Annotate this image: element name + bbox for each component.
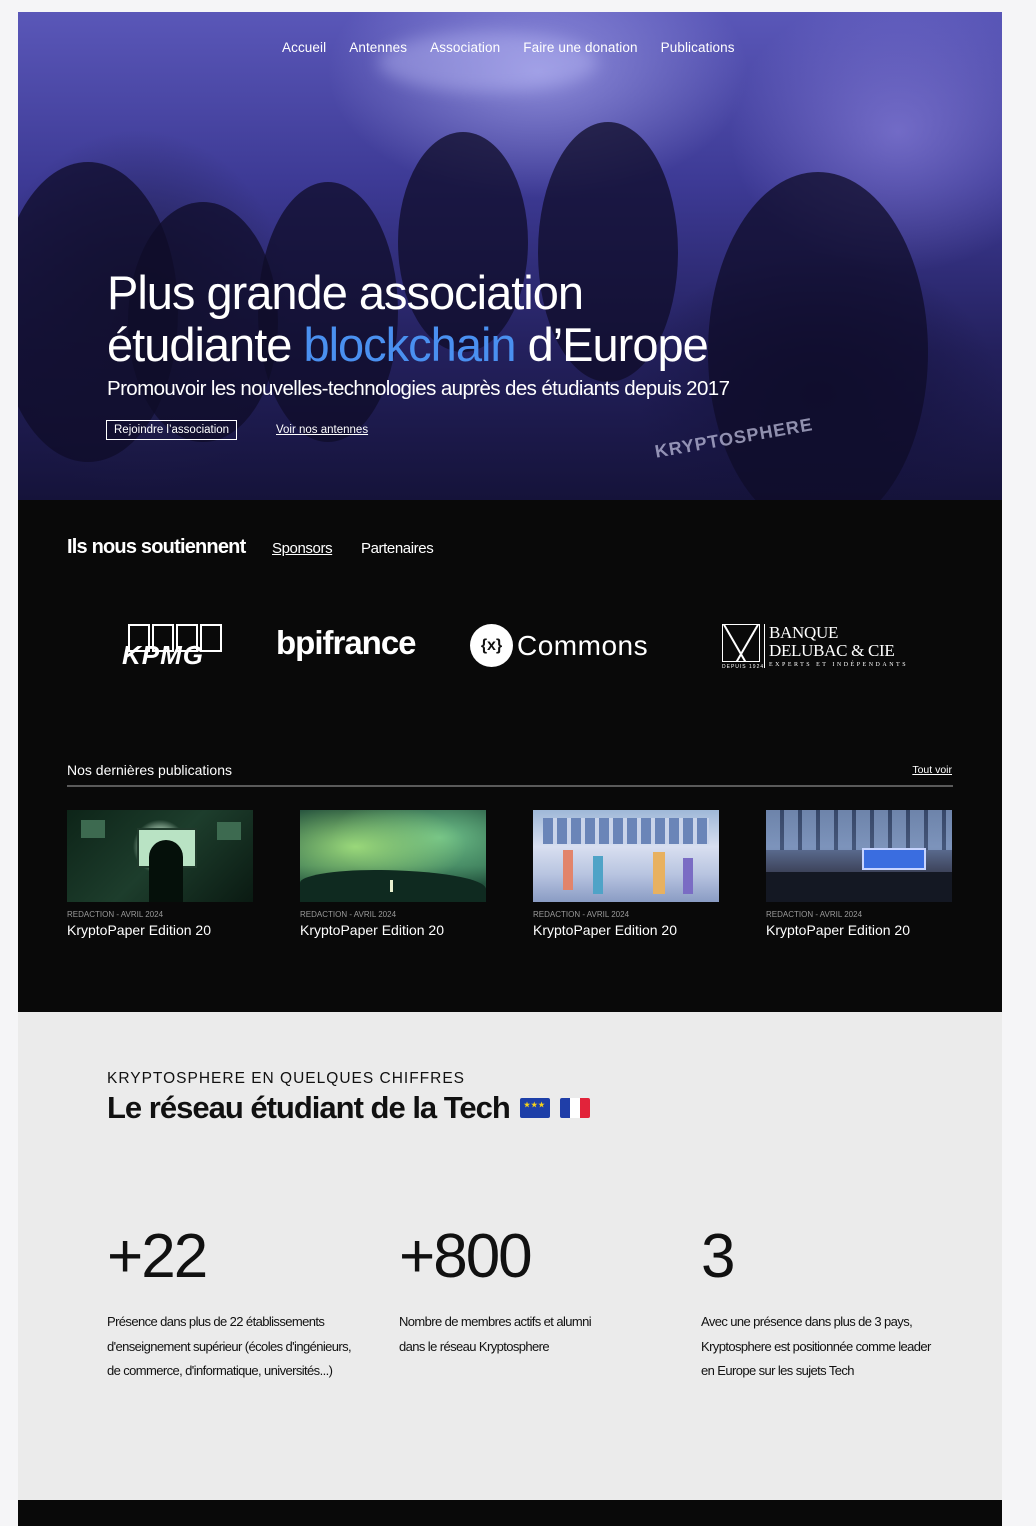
publication-name: KryptoPaper Edition 20: [300, 922, 444, 938]
publication-thumbnail: [67, 810, 253, 902]
publication-name: KryptoPaper Edition 20: [67, 922, 211, 938]
hero-title-line2-pre: étudiante: [107, 318, 304, 371]
stats-title-text: Le réseau étudiant de la Tech: [107, 1090, 511, 1125]
stats-section: KRYPTOSPHERE EN QUELQUES CHIFFRES Le rés…: [18, 1012, 1002, 1500]
banque-line1: BANQUE: [769, 623, 839, 642]
stat-countries: 3 Avec une présence dans plus de 3 pays,…: [701, 1222, 931, 1384]
stat-members: +800 Nombre de membres actifs et alumni …: [399, 1222, 609, 1359]
supporters-section: Ils nous soutiennent Sponsors Partenaire…: [18, 500, 1002, 1012]
supporters-title: Ils nous soutiennent: [67, 536, 246, 558]
stat-establishments: +22 Présence dans plus de 22 établisseme…: [107, 1222, 367, 1384]
footer-strip: [18, 1500, 1002, 1526]
publications-divider: [67, 785, 953, 787]
france-flag-icon: [559, 1098, 590, 1118]
stat-description: Nombre de membres actifs et alumni dans …: [399, 1314, 592, 1354]
crowd-silhouette: [708, 172, 928, 500]
main-nav: Accueil Antennes Association Faire une d…: [282, 40, 735, 55]
commons-logo[interactable]: {x} Commons: [470, 624, 648, 667]
kpmg-wordmark: KPMG: [122, 640, 204, 670]
nav-item-association[interactable]: Association: [430, 40, 500, 55]
hero-title-line1: Plus grande association: [107, 266, 584, 319]
see-all-publications-link[interactable]: Tout voir: [912, 764, 952, 776]
publications-title: Nos dernières publications: [67, 762, 232, 778]
hero-title-line2-post: d’Europe: [515, 318, 709, 371]
publication-meta: REDACTION - AVRIL 2024: [766, 910, 863, 919]
tab-sponsors[interactable]: Sponsors: [272, 540, 333, 557]
stat-description: Présence dans plus de 22 établissements …: [107, 1314, 352, 1378]
stats-title: Le réseau étudiant de la Tech: [107, 1090, 590, 1126]
nav-item-donation[interactable]: Faire une donation: [523, 40, 637, 55]
banque-line2: DELUBAC & CIE: [769, 641, 895, 660]
nav-item-antennes[interactable]: Antennes: [349, 40, 407, 55]
publication-card[interactable]: REDACTION - AVRIL 2024 KryptoPaper Editi…: [300, 810, 486, 938]
hero-section: Accueil Antennes Association Faire une d…: [18, 12, 1002, 500]
commons-wordmark: Commons: [517, 629, 649, 661]
publication-thumbnail: [766, 810, 952, 902]
nav-item-publications[interactable]: Publications: [661, 40, 735, 55]
banque-delubac-emblem-icon: [722, 624, 760, 662]
banque-delubac-words: BANQUE DELUBAC & CIE EXPERTS ET INDÉPEND…: [764, 624, 908, 668]
view-antennes-link[interactable]: Voir nos antennes: [276, 424, 368, 436]
publication-meta: REDACTION - AVRIL 2024: [67, 910, 164, 919]
publication-card[interactable]: REDACTION - AVRIL 2024 KryptoPaper Editi…: [533, 810, 719, 938]
publication-thumbnail: [533, 810, 719, 902]
hero-title-accent: blockchain: [303, 318, 516, 371]
publication-meta: REDACTION - AVRIL 2024: [533, 910, 630, 919]
page-frame: Accueil Antennes Association Faire une d…: [18, 12, 1002, 1526]
banque-delubac-logo[interactable]: BANQUE DELUBAC & CIE EXPERTS ET INDÉPEND…: [722, 624, 908, 670]
publication-card[interactable]: REDACTION - AVRIL 2024 KryptoPaper Editi…: [67, 810, 253, 938]
kpmg-logo[interactable]: KPMG: [122, 624, 222, 672]
commons-symbol-icon: {x}: [470, 624, 513, 667]
tab-partners[interactable]: Partenaires: [361, 540, 434, 557]
publication-name: KryptoPaper Edition 20: [766, 922, 910, 938]
stat-description: Avec une présence dans plus de 3 pays, K…: [701, 1314, 931, 1378]
hero-subtitle: Promouvoir les nouvelles-technologies au…: [107, 377, 730, 400]
stats-kicker: KRYPTOSPHERE EN QUELQUES CHIFFRES: [107, 1070, 466, 1087]
stat-number: +800: [399, 1222, 533, 1291]
hero-title: Plus grande association étudiante blockc…: [107, 266, 709, 371]
publication-card[interactable]: REDACTION - AVRIL 2024 KryptoPaper Editi…: [766, 810, 952, 938]
stat-number: 3: [701, 1222, 735, 1291]
publication-name: KryptoPaper Edition 20: [533, 922, 677, 938]
bpifrance-logo[interactable]: bpifrance: [276, 624, 417, 662]
banque-since: DEPUIS 1924: [722, 664, 765, 670]
publication-thumbnail: [300, 810, 486, 902]
join-association-button[interactable]: Rejoindre l’association: [106, 420, 238, 440]
eu-flag-icon: [519, 1098, 550, 1118]
banque-tagline: EXPERTS ET INDÉPENDANTS: [769, 662, 909, 668]
publication-meta: REDACTION - AVRIL 2024: [300, 910, 397, 919]
nav-item-accueil[interactable]: Accueil: [282, 40, 326, 55]
stat-number: +22: [107, 1222, 208, 1291]
